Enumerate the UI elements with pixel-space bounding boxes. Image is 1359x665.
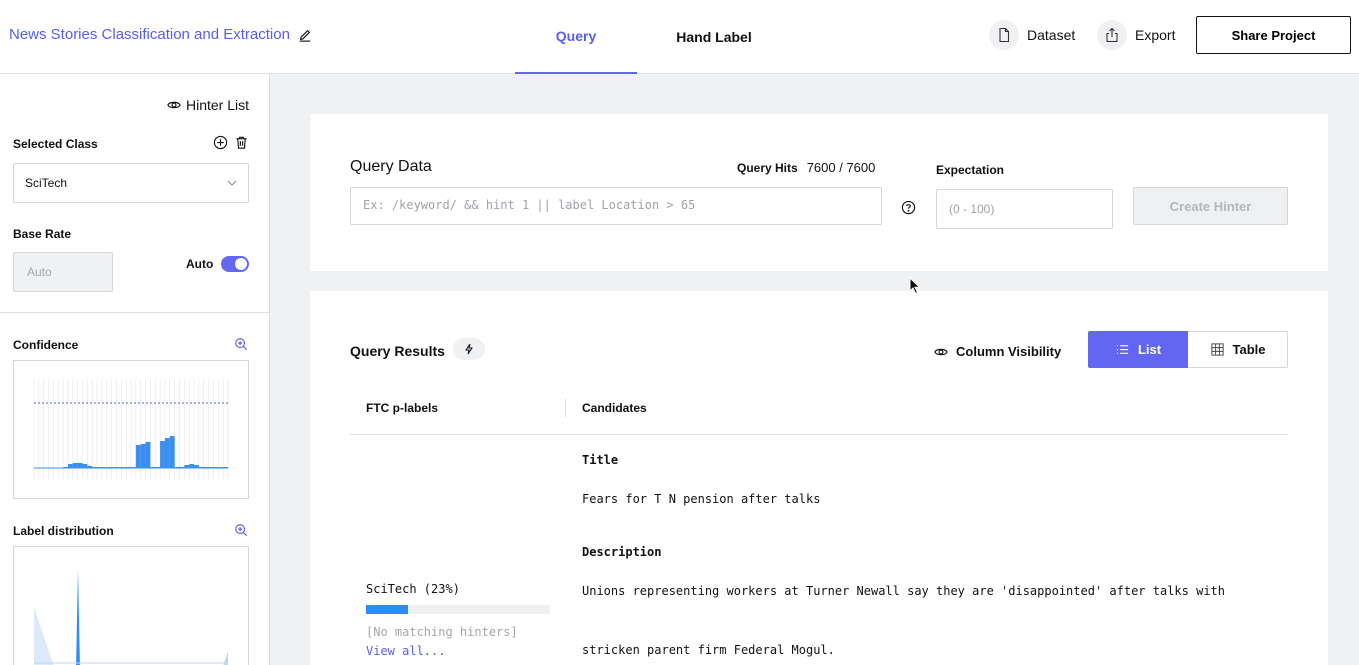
eye-icon	[167, 101, 181, 109]
share-project-button[interactable]: Share Project	[1196, 16, 1351, 54]
auto-label: Auto	[186, 257, 214, 271]
plabel-progress-fill	[366, 605, 409, 614]
dataset-button[interactable]: Dataset	[989, 16, 1075, 54]
histogram-bar	[145, 442, 151, 468]
trash-icon[interactable]	[234, 135, 249, 150]
query-results-title: Query Results	[350, 343, 445, 359]
add-circle-icon[interactable]	[213, 135, 228, 150]
label-distribution-chart	[13, 546, 249, 665]
expectation-input[interactable]: (0 - 100)	[936, 189, 1113, 229]
help-icon[interactable]	[901, 200, 916, 215]
auto-toggle[interactable]	[221, 256, 249, 272]
base-rate-input[interactable]: Auto	[13, 252, 113, 292]
histogram-bar	[189, 464, 195, 468]
document-icon	[989, 20, 1019, 50]
histogram-bar	[169, 436, 175, 468]
hinter-list-label: Hinter List	[185, 97, 249, 113]
description-line-2: stricken parent firm Federal Mogul.	[582, 643, 835, 657]
query-data-card: Query Data Query Hits 7600 / 7600 Ex: /ke…	[310, 114, 1328, 271]
confidence-chart	[13, 360, 249, 499]
plabel-text: SciTech (23%)	[366, 582, 460, 596]
query-hits-value: 7600 / 7600	[806, 160, 876, 175]
hinter-list-button[interactable]: Hinter List	[167, 97, 249, 113]
selected-class-select[interactable]: SciTech	[13, 163, 249, 203]
query-hits: Query Hits 7600 / 7600	[737, 160, 875, 175]
dist-area-left	[34, 607, 54, 665]
histogram-bar	[77, 463, 83, 468]
column-separator	[565, 399, 566, 417]
query-hits-label: Query Hits	[737, 161, 798, 175]
list-view-button[interactable]: List	[1088, 331, 1188, 368]
expectation-label: Expectation	[936, 163, 1005, 177]
label-distribution-label: Label distribution	[13, 524, 114, 538]
project-title[interactable]: News Stories Classification and Extracti…	[9, 26, 312, 43]
histogram-bar	[67, 464, 73, 468]
histogram-bar	[72, 463, 78, 468]
title-field-value: Fears for T N pension after talks	[582, 492, 821, 506]
table-view-button[interactable]: Table	[1188, 331, 1288, 368]
top-header: News Stories Classification and Extracti…	[0, 0, 1359, 74]
create-hinter-button[interactable]: Create Hinter	[1133, 187, 1288, 225]
dist-spike	[76, 569, 80, 665]
list-view-label: List	[1137, 342, 1162, 357]
tab-hand-label[interactable]: Hand Label	[655, 0, 773, 74]
column-visibility-label: Column Visibility	[956, 344, 1062, 359]
class-actions	[213, 135, 249, 150]
selected-class-label: Selected Class	[13, 137, 98, 151]
description-line-1: Unions representing workers at Turner Ne…	[582, 584, 1225, 598]
query-results-card: Query Results Column Visibility List Tab…	[310, 291, 1328, 665]
tab-hand-label-text: Hand Label	[676, 29, 752, 45]
title-field-label: Title	[582, 453, 619, 467]
query-data-title: Query Data	[350, 158, 432, 175]
label-distribution-plot	[34, 569, 228, 665]
dataset-label: Dataset	[1027, 27, 1076, 43]
table-view-label: Table	[1232, 342, 1266, 357]
histogram-bar	[140, 444, 146, 468]
upload-icon	[1097, 20, 1127, 50]
histogram-bar	[82, 464, 88, 468]
project-title-text: News Stories Classification and Extracti…	[9, 26, 290, 43]
eye-icon	[934, 348, 948, 355]
mouse-cursor-icon	[909, 277, 921, 295]
toggle-knob	[235, 258, 247, 270]
lightning-icon	[465, 343, 473, 355]
table-icon	[1210, 343, 1224, 356]
zoom-in-icon[interactable]	[234, 523, 248, 537]
histogram-bar	[164, 438, 170, 468]
plabel-progress-bar	[366, 605, 550, 614]
histogram-bar	[135, 445, 141, 468]
export-label: Export	[1135, 27, 1176, 43]
header-divider	[350, 434, 1288, 435]
zoom-in-icon[interactable]	[234, 337, 248, 351]
column-header-ftc[interactable]: FTC p-labels	[366, 401, 438, 415]
tab-query[interactable]: Query	[515, 0, 637, 74]
base-rate-label: Base Rate	[13, 227, 72, 241]
export-button[interactable]: Export	[1097, 16, 1175, 54]
pencil-icon[interactable]	[298, 28, 312, 42]
sidebar-divider	[0, 312, 269, 313]
description-field-label: Description	[582, 545, 662, 559]
selected-class-value: SciTech	[25, 176, 68, 190]
chevron-down-icon	[227, 180, 237, 186]
tab-query-label: Query	[555, 28, 597, 44]
query-input[interactable]: Ex: /keyword/ && hint 1 || label Locatio…	[350, 187, 882, 225]
list-icon	[1116, 345, 1129, 354]
confidence-histogram	[33, 379, 229, 479]
column-visibility-button[interactable]: Column Visibility	[934, 344, 1061, 359]
lightning-button[interactable]	[453, 338, 485, 360]
view-all-link[interactable]: View all...	[366, 644, 445, 658]
sidebar: Hinter List Selected Class SciTech Base …	[0, 74, 270, 665]
confidence-label: Confidence	[13, 338, 79, 352]
column-header-candidates[interactable]: Candidates	[582, 401, 647, 415]
no-matching-hinters: [No matching hinters]	[366, 625, 518, 639]
histogram-bar	[160, 441, 165, 468]
